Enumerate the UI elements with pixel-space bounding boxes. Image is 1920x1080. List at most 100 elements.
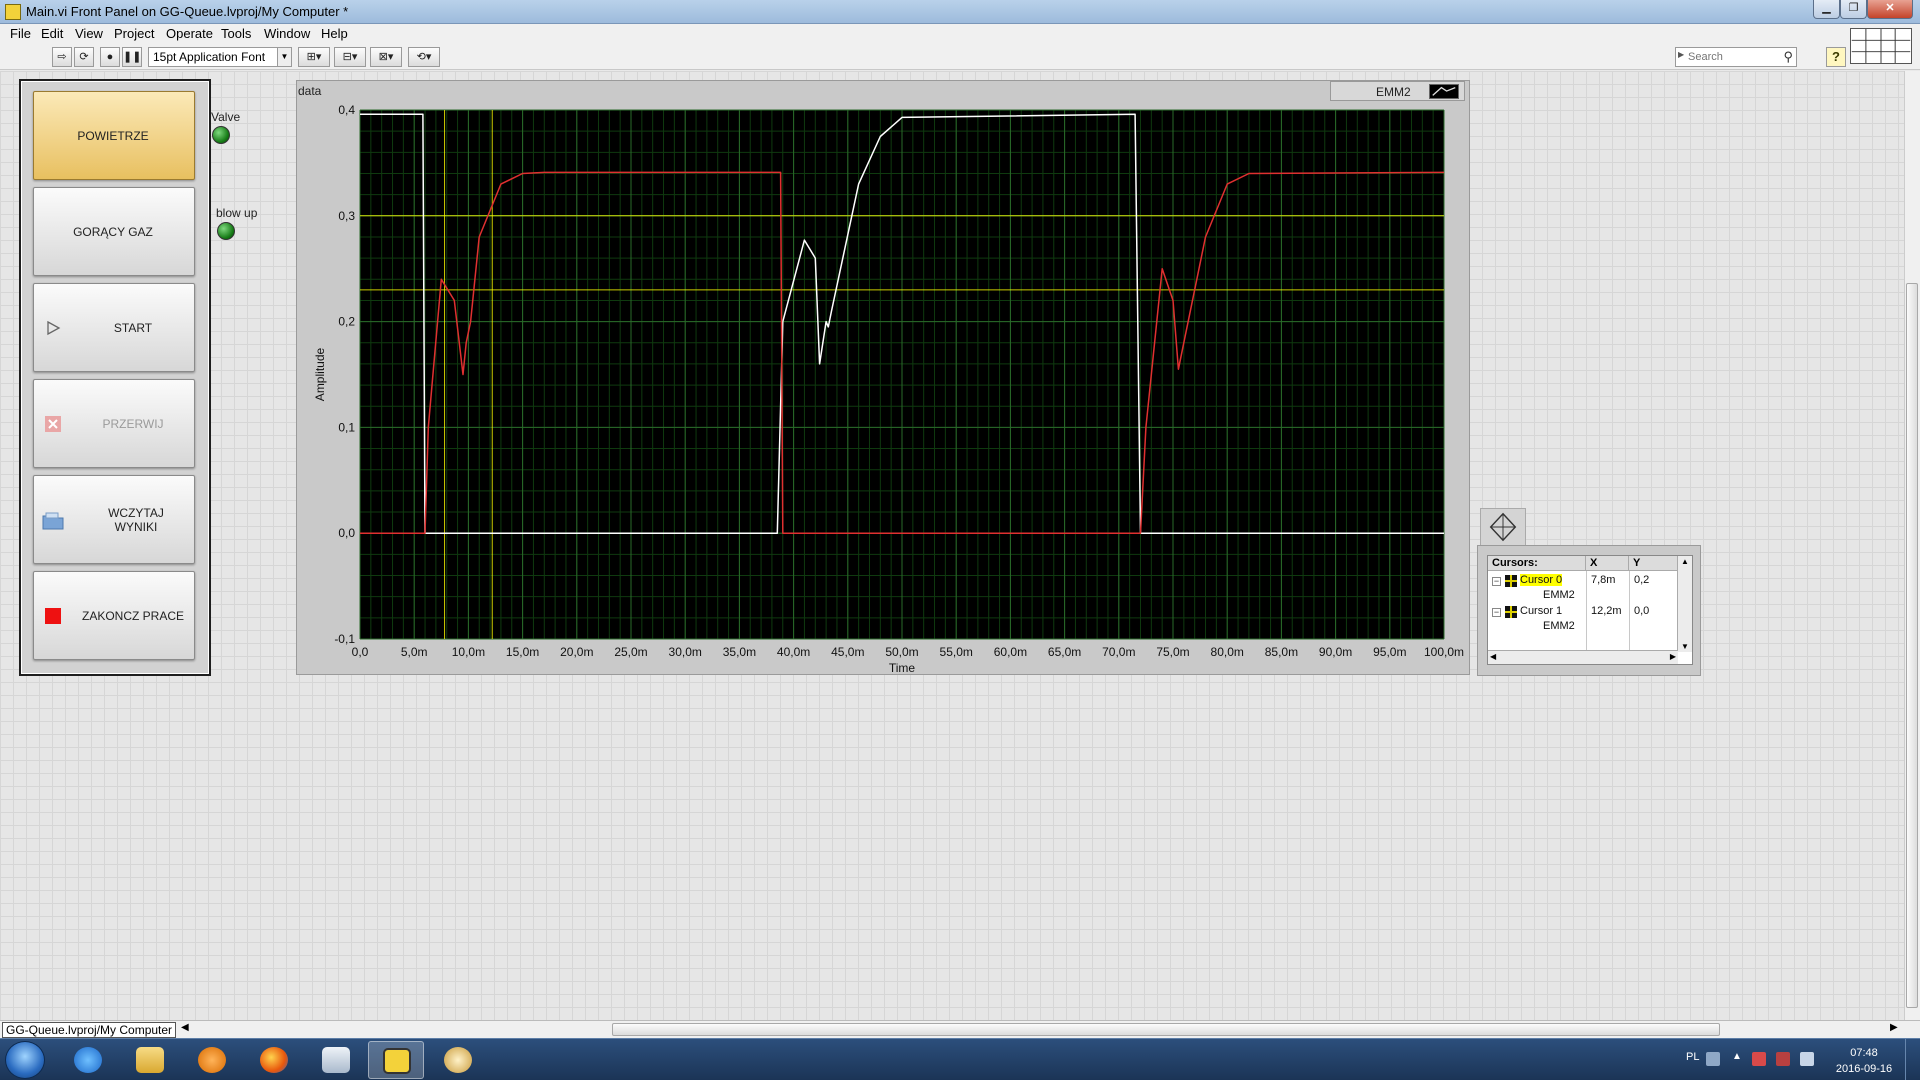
resize-objects-button[interactable]: ⊠▾ [370, 47, 402, 67]
expand-cursor0-icon[interactable]: − [1492, 577, 1501, 586]
maximize-button[interactable]: ❐ [1840, 0, 1867, 19]
show-desktop-button[interactable] [1905, 1039, 1920, 1080]
taskbar-firefox[interactable] [246, 1041, 302, 1079]
close-button[interactable]: ✕ [1867, 0, 1913, 19]
x-tick-label: 90,0m [1319, 645, 1352, 659]
scroll-up-icon[interactable]: ▲ [1681, 557, 1689, 566]
przerwij-label: PRZERWIJ [102, 416, 164, 431]
cursor-legend-panel: Cursors: X Y − Cursor 0 EMM2 7,8m 0,2 − … [1477, 545, 1701, 676]
taskbar-ie[interactable] [60, 1041, 116, 1079]
expand-cursor1-icon[interactable]: − [1492, 608, 1501, 617]
action-center-flag-icon[interactable] [1752, 1052, 1766, 1066]
show-hidden-icons-icon[interactable]: ▲ [1732, 1051, 1742, 1062]
goracy-gaz-button[interactable]: GORĄCY GAZ [33, 187, 195, 276]
x-tick-label: 80,0m [1211, 645, 1244, 659]
powietrze-button[interactable]: POWIETRZE [33, 91, 195, 180]
reorder-button[interactable]: ⟲▾ [408, 47, 440, 67]
x-tick-label: 30,0m [669, 645, 702, 659]
menu-operate[interactable]: Operate [166, 26, 213, 41]
cursor1-y[interactable]: 0,0 [1634, 605, 1649, 617]
taskbar-calculator[interactable] [308, 1041, 364, 1079]
font-select[interactable]: 15pt Application Font ▼ [148, 47, 292, 67]
context-help-button[interactable]: ? [1826, 47, 1846, 67]
cursor-table-hscroll[interactable]: ◀ ▶ [1488, 650, 1678, 664]
cursor0-name[interactable]: Cursor 0 [1520, 574, 1563, 586]
x-tick-label: 10,0m [452, 645, 485, 659]
x-tick-label: 50,0m [885, 645, 918, 659]
cursor-table-vscroll[interactable]: ▲ ▼ [1677, 556, 1692, 652]
run-continuously-button[interactable]: ⟳ [74, 47, 94, 67]
legend-swatch-icon [1429, 84, 1459, 99]
keyboard-icon[interactable] [1706, 1052, 1720, 1066]
x-tick-label: 85,0m [1265, 645, 1298, 659]
paint-icon [444, 1047, 472, 1073]
start-button[interactable]: START [33, 283, 195, 372]
chevron-down-icon: ▼ [277, 48, 291, 66]
y-tick-label: 0,3 [338, 209, 355, 223]
search-icon[interactable]: ⚲ [1783, 49, 1793, 65]
pause-button[interactable]: ❚❚ [122, 47, 142, 67]
abort-button[interactable]: ● [100, 47, 120, 67]
cursor1-crosshair-icon[interactable] [1505, 606, 1517, 618]
valve-label: Valve [211, 110, 241, 124]
stop-icon [45, 608, 61, 624]
start-button[interactable] [5, 1041, 45, 1079]
x-tick-label: 40,0m [777, 645, 810, 659]
x-tick-label: 55,0m [940, 645, 973, 659]
search-box[interactable]: ▶ ⚲ [1675, 47, 1797, 67]
search-input[interactable] [1688, 50, 1773, 64]
menu-bar: File Edit View Project Operate Tools Win… [0, 24, 1920, 44]
cursor1-x[interactable]: 12,2m [1591, 605, 1622, 617]
scroll-left-icon[interactable]: ◀ [181, 1022, 189, 1033]
taskbar-paint[interactable] [430, 1041, 486, 1079]
menu-tools[interactable]: Tools [221, 26, 251, 41]
project-context-label[interactable]: GG-Queue.lvproj/My Computer [2, 1022, 177, 1038]
scroll-right-icon[interactable]: ▶ [1890, 1022, 1898, 1033]
cursor-table[interactable]: Cursors: X Y − Cursor 0 EMM2 7,8m 0,2 − … [1487, 555, 1693, 665]
volume-icon[interactable] [1800, 1052, 1814, 1066]
search-options-icon[interactable]: ▶ [1678, 50, 1684, 59]
x-tick-label: 20,0m [560, 645, 593, 659]
przerwij-button[interactable]: PRZERWIJ [33, 379, 195, 468]
menu-window[interactable]: Window [264, 26, 310, 41]
y-tick-label: 0,4 [338, 103, 355, 117]
horizontal-scrollbar-thumb[interactable] [612, 1023, 1720, 1036]
wczytaj-wyniki-button[interactable]: WCZYTAJ WYNIKI [33, 475, 195, 564]
distribute-objects-button[interactable]: ⊟▾ [334, 47, 366, 67]
scroll-left-icon[interactable]: ◀ [1490, 652, 1496, 661]
menu-help[interactable]: Help [321, 26, 348, 41]
scroll-down-icon[interactable]: ▼ [1681, 642, 1689, 651]
menu-file[interactable]: File [10, 26, 31, 41]
cursor0-plot: EMM2 [1543, 589, 1575, 601]
cursor0-y[interactable]: 0,2 [1634, 574, 1649, 586]
zakoncz-prace-button[interactable]: ZAKONCZ PRACE [33, 571, 195, 660]
vertical-scrollbar-thumb[interactable] [1906, 283, 1918, 1008]
taskbar-media-player[interactable] [184, 1041, 240, 1079]
cursor-move-icon[interactable] [1480, 508, 1526, 546]
scroll-right-icon[interactable]: ▶ [1670, 652, 1676, 661]
clock-time[interactable]: 07:48 [1834, 1047, 1894, 1059]
cursor0-crosshair-icon[interactable] [1505, 575, 1517, 587]
valve-led [212, 126, 230, 144]
taskbar-explorer[interactable] [122, 1041, 178, 1079]
legend-plot-name: EMM2 [1376, 85, 1411, 99]
menu-edit[interactable]: Edit [41, 26, 63, 41]
minimize-button[interactable]: ▁ [1813, 0, 1840, 19]
connector-pane-icon[interactable] [1850, 28, 1912, 64]
blow-up-led [217, 222, 235, 240]
cursor1-name[interactable]: Cursor 1 [1520, 605, 1562, 617]
plot-legend[interactable]: EMM2 [1330, 81, 1465, 101]
cursors-header: Cursors: [1488, 556, 1586, 571]
plot-area[interactable]: 0,0 5,0m 10,0m 15,0m 20,0m 25,0m 30,0m 35,0m 40,… [296, 101, 1470, 675]
run-button[interactable]: ⇨ [52, 47, 72, 67]
x-tick-label: 100,0m [1424, 645, 1464, 659]
clock-date[interactable]: 2016-09-16 [1829, 1063, 1899, 1075]
x-tick-label: 75,0m [1156, 645, 1189, 659]
menu-project[interactable]: Project [114, 26, 154, 41]
align-objects-button[interactable]: ⊞▾ [298, 47, 330, 67]
taskbar-labview[interactable] [368, 1041, 424, 1079]
network-icon[interactable] [1776, 1052, 1790, 1066]
menu-view[interactable]: View [75, 26, 103, 41]
language-indicator[interactable]: PL [1686, 1051, 1699, 1063]
cursor0-x[interactable]: 7,8m [1591, 574, 1615, 586]
